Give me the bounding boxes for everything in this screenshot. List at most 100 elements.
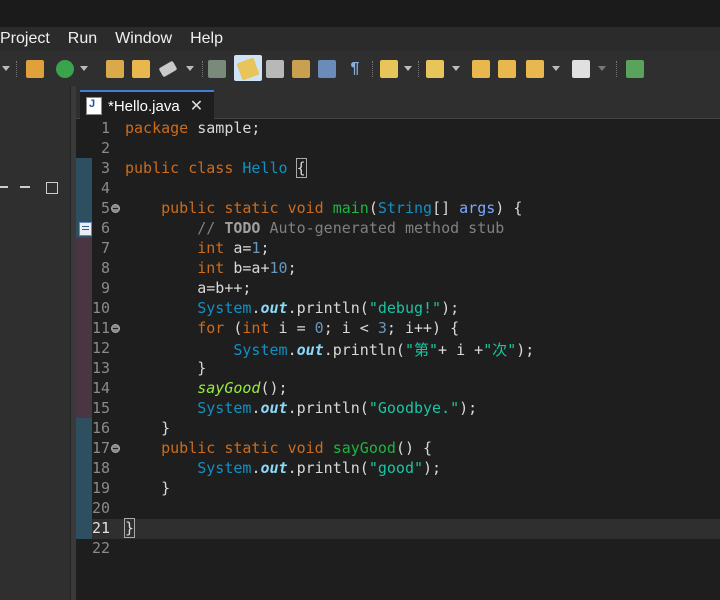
line-number: 15 bbox=[91, 399, 110, 417]
dropdown-arrow-icon[interactable] bbox=[598, 66, 606, 71]
code-token: } bbox=[123, 518, 136, 538]
code-token: args bbox=[459, 199, 496, 217]
fold-collapse-icon[interactable] bbox=[111, 324, 120, 333]
toolbar-separator bbox=[418, 61, 420, 77]
code-token: package bbox=[125, 119, 189, 137]
code-token: [] bbox=[432, 199, 460, 217]
tab-hello-java[interactable]: J *Hello.java ✕ bbox=[80, 90, 214, 120]
matching-bracket: { bbox=[295, 158, 307, 178]
last-edit-location-icon[interactable] bbox=[472, 60, 490, 78]
code-token: ( bbox=[224, 319, 243, 337]
forward-icon[interactable] bbox=[572, 60, 590, 78]
code-token: main bbox=[332, 199, 369, 217]
code-token: a= bbox=[224, 239, 252, 257]
code-token: 10 bbox=[269, 259, 288, 277]
code-text[interactable]: package sample; public class Hello { pub… bbox=[123, 119, 534, 559]
code-token: String bbox=[377, 199, 433, 217]
line-number: 20 bbox=[91, 499, 110, 517]
dropdown-arrow-icon[interactable] bbox=[552, 66, 560, 71]
code-line: System.out.println("debug!"); bbox=[125, 299, 534, 319]
code-token: b=a+ bbox=[224, 259, 270, 277]
code-token: ); bbox=[423, 459, 442, 477]
menu-run[interactable]: Run bbox=[59, 27, 106, 51]
code-token: System bbox=[233, 341, 288, 359]
text-caret bbox=[134, 520, 136, 537]
line-number: 18 bbox=[91, 459, 110, 477]
last-edit-forward-icon[interactable] bbox=[498, 60, 516, 78]
code-token: (); bbox=[260, 379, 288, 397]
next-annotation-icon[interactable] bbox=[380, 60, 398, 78]
dropdown-arrow-icon[interactable] bbox=[452, 66, 460, 71]
left-view-pane bbox=[0, 86, 71, 600]
code-token: TODO bbox=[224, 219, 261, 237]
fold-collapse-icon[interactable] bbox=[111, 204, 120, 213]
code-editor[interactable]: 1 2 3 4 5 6 7 8 9 10 11 12 13 14 15 16 1… bbox=[76, 119, 720, 600]
code-line: System.out.println("第"+ i +"次"); bbox=[125, 339, 534, 359]
mark-occurrences-icon[interactable] bbox=[236, 57, 260, 81]
show-whitespace-icon[interactable]: ¶ bbox=[346, 60, 364, 78]
previous-annotation-icon[interactable] bbox=[426, 60, 444, 78]
dropdown-arrow-icon[interactable] bbox=[404, 66, 412, 71]
code-token: sayGood bbox=[332, 439, 396, 457]
code-line: a=b++; bbox=[125, 279, 534, 299]
menu-help[interactable]: Help bbox=[181, 27, 232, 51]
code-token: 3 bbox=[377, 319, 387, 337]
code-token: "Goodbye." bbox=[368, 399, 460, 417]
menu-window[interactable]: Window bbox=[106, 27, 181, 51]
line-number: 3 bbox=[100, 159, 110, 177]
code-token: System bbox=[197, 459, 252, 477]
code-token: .println( bbox=[287, 399, 369, 417]
code-token: } bbox=[161, 479, 171, 497]
line-number: 8 bbox=[100, 259, 110, 277]
code-token: static bbox=[224, 199, 279, 217]
code-token: int bbox=[197, 259, 225, 277]
code-token: // bbox=[197, 219, 225, 237]
breadcrumb-icon[interactable] bbox=[318, 60, 336, 78]
code-token: int bbox=[242, 319, 270, 337]
line-number: 2 bbox=[100, 139, 110, 157]
code-token: "次" bbox=[483, 341, 517, 359]
code-line: int a=1; bbox=[125, 239, 534, 259]
line-number-ruler: 1 2 3 4 5 6 7 8 9 10 11 12 13 14 15 16 1… bbox=[76, 119, 110, 559]
menu-bar: Project Run Window Help bbox=[0, 27, 720, 51]
code-token: } bbox=[161, 419, 171, 437]
code-token: out bbox=[260, 399, 288, 417]
minimize-icon[interactable] bbox=[20, 182, 30, 188]
word-wrap-icon[interactable] bbox=[292, 60, 310, 78]
line-number: 9 bbox=[100, 279, 110, 297]
line-number: 14 bbox=[91, 379, 110, 397]
task-marker-icon[interactable] bbox=[79, 222, 92, 236]
code-token: ; bbox=[287, 259, 297, 277]
fold-collapse-icon[interactable] bbox=[111, 444, 120, 453]
line-number: 12 bbox=[91, 339, 110, 357]
line-number: 7 bbox=[100, 239, 110, 257]
code-token: out bbox=[296, 341, 324, 359]
external-tools-icon[interactable] bbox=[626, 60, 644, 78]
restore-icon[interactable] bbox=[0, 186, 8, 198]
code-token: . bbox=[287, 341, 297, 359]
line-number: 17 bbox=[91, 439, 110, 457]
maximize-icon[interactable] bbox=[46, 182, 58, 194]
title-strip bbox=[0, 0, 720, 27]
code-token: "第" bbox=[404, 341, 439, 359]
back-icon[interactable] bbox=[526, 60, 544, 78]
code-token: .println( bbox=[323, 341, 405, 359]
code-line-current: } bbox=[123, 518, 534, 539]
toolbar-separator bbox=[372, 61, 374, 77]
close-icon[interactable]: ✕ bbox=[190, 96, 203, 116]
code-token: .println( bbox=[287, 459, 369, 477]
code-line: } bbox=[125, 419, 534, 439]
menu-project[interactable]: Project bbox=[0, 27, 59, 51]
code-token: () { bbox=[395, 439, 433, 457]
line-number: 1 bbox=[100, 119, 110, 137]
code-token: void bbox=[287, 439, 324, 457]
toggle-block-icon[interactable] bbox=[266, 60, 284, 78]
line-number: 11 bbox=[91, 319, 110, 337]
code-line: for (int i = 0; i < 3; i++) { bbox=[125, 319, 534, 339]
code-line: public class Hello { bbox=[125, 158, 534, 179]
toolbar-separator bbox=[616, 61, 618, 77]
code-token: ); bbox=[459, 399, 478, 417]
